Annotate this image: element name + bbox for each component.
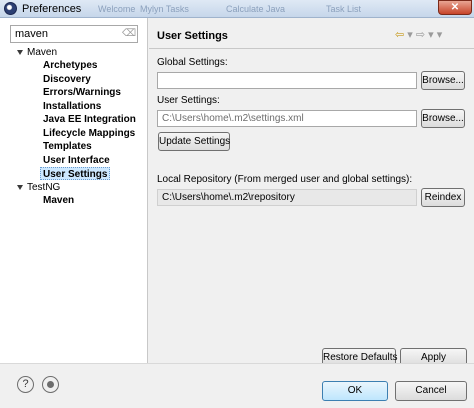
forward-menu-icon[interactable]: ▾ [425, 29, 437, 41]
global-settings-field[interactable] [157, 72, 417, 89]
dialog-button-bar: ? OK Cancel [0, 363, 474, 408]
local-repository-label: Local Repository (From merged user and g… [157, 174, 413, 185]
tree-item-errors-warnings[interactable]: Errors/Warnings [43, 86, 121, 99]
title-separator [149, 48, 474, 49]
background-tab: Calculate Java [226, 4, 286, 14]
page-title: User Settings [157, 30, 228, 42]
close-window-button[interactable]: ✕ [438, 0, 472, 15]
tree-item-templates[interactable]: Templates [43, 140, 92, 153]
eclipse-icon [4, 2, 17, 15]
tree-item-discovery[interactable]: Discovery [43, 73, 91, 86]
tree-item-testng[interactable]: TestNG [17, 181, 60, 194]
update-settings-button[interactable]: Update Settings [158, 132, 230, 151]
tree-item-testng-maven[interactable]: Maven [43, 194, 74, 207]
filter-input[interactable]: maven ⌫ [10, 25, 138, 43]
view-menu-icon[interactable]: ▾ [437, 29, 443, 41]
tree-item-lifecycle-mappings[interactable]: Lifecycle Mappings [43, 127, 135, 140]
background-tab: Mylyn Tasks [140, 4, 189, 14]
tree-item-installations[interactable]: Installations [43, 100, 101, 113]
preference-tree-pane: maven ⌫ Maven Archetypes Discovery Error… [0, 18, 148, 363]
forward-arrow-icon[interactable]: ⇨ [416, 29, 425, 41]
tree-item-archetypes[interactable]: Archetypes [43, 59, 97, 72]
user-browse-button[interactable]: Browse... [421, 109, 465, 128]
tree-item-java-ee-integration[interactable]: Java EE Integration [43, 113, 136, 126]
help-icon[interactable]: ? [17, 376, 34, 393]
tree-item-user-interface[interactable]: User Interface [43, 154, 110, 167]
back-menu-icon[interactable]: ▾ [404, 29, 416, 41]
background-tab: Task List [326, 4, 362, 14]
title-bar: Preferences Welcome Mylyn Tasks Calculat… [0, 0, 474, 18]
global-settings-label: Global Settings: [157, 57, 228, 68]
tree-item-maven[interactable]: Maven [17, 46, 57, 59]
background-tab: Welcome [98, 4, 136, 14]
tree-item-user-settings[interactable]: User Settings [40, 167, 111, 180]
user-settings-label: User Settings: [157, 95, 220, 106]
ok-button[interactable]: OK [322, 381, 388, 401]
clear-icon[interactable]: ⌫ [122, 28, 136, 40]
expanded-arrow-icon[interactable] [17, 49, 23, 55]
window-title: Preferences [22, 3, 82, 15]
filter-text: maven [15, 28, 49, 40]
history-nav: ⇦ ▾ ⇨ ▾ ▾ [395, 28, 442, 41]
back-arrow-icon[interactable]: ⇦ [395, 29, 404, 41]
global-browse-button[interactable]: Browse... [421, 71, 465, 90]
user-settings-field[interactable]: C:\Users\home\.m2\settings.xml [157, 110, 417, 127]
reindex-button[interactable]: Reindex [421, 188, 465, 207]
settings-page: User Settings ⇦ ▾ ⇨ ▾ ▾ Global Settings:… [149, 18, 474, 367]
local-repository-field: C:\Users\home\.m2\repository [157, 189, 417, 206]
record-icon[interactable] [42, 376, 59, 393]
cancel-button[interactable]: Cancel [395, 381, 467, 401]
expanded-arrow-icon[interactable] [17, 184, 23, 190]
